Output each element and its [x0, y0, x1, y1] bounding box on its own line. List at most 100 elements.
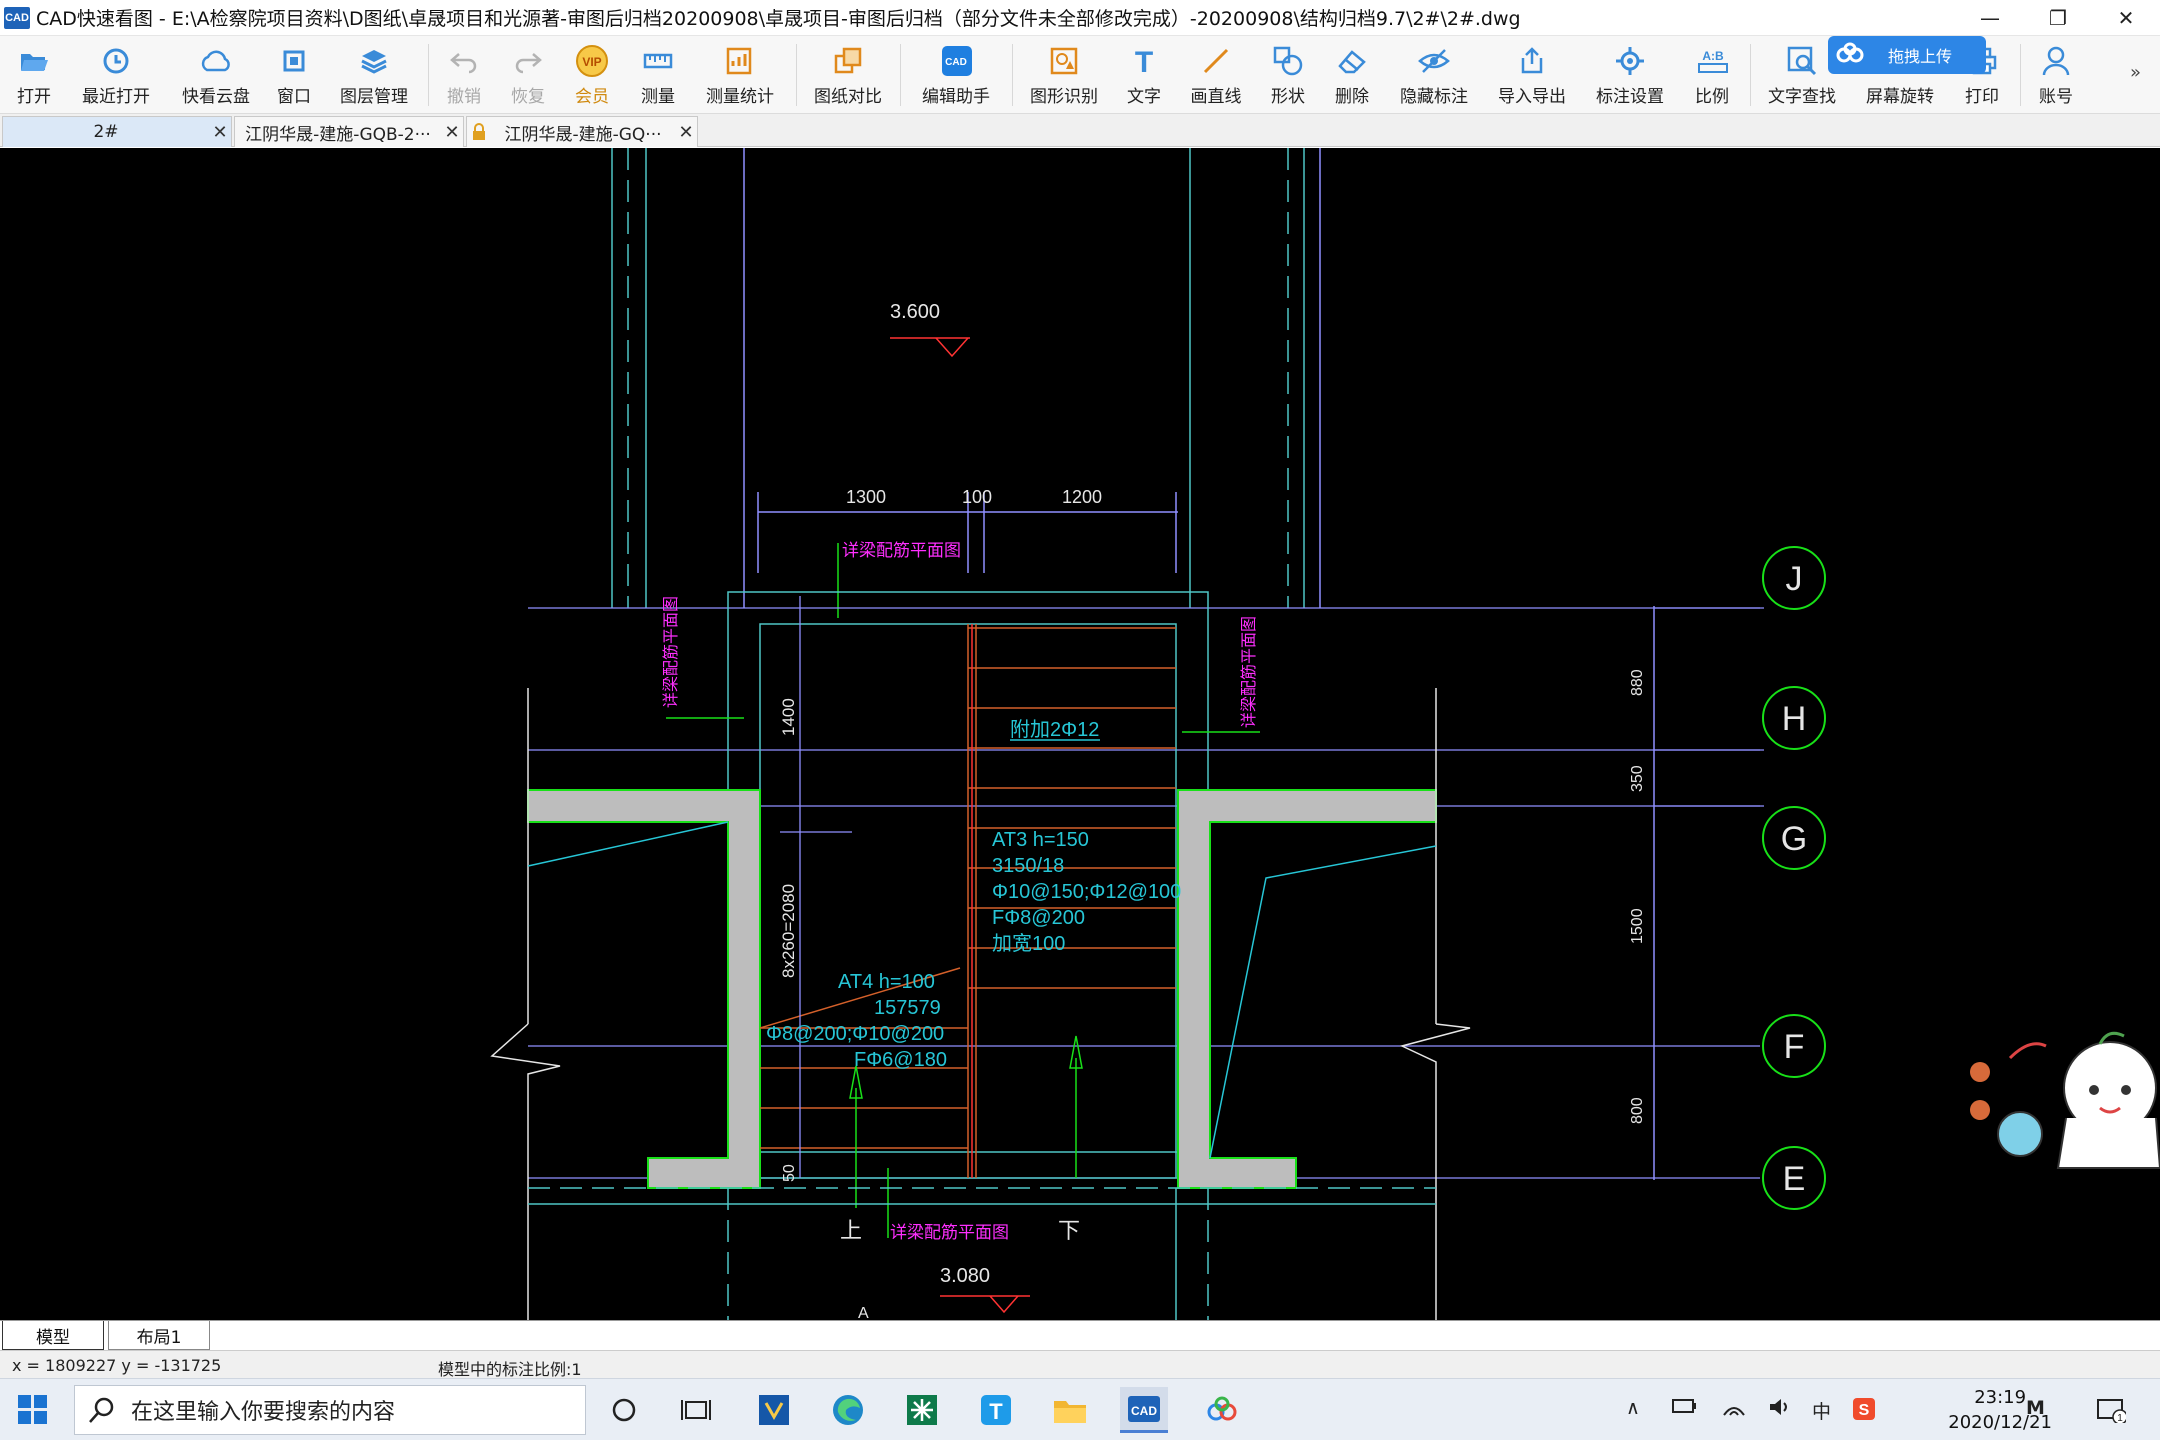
toolbar-import-export-button[interactable]: 导入导出 — [1488, 36, 1576, 114]
toolbar-line-button[interactable]: 画直线 — [1180, 36, 1252, 114]
toolbar-undo-button[interactable]: 撤销 — [436, 36, 492, 114]
toolbar-redo-button[interactable]: 恢复 — [500, 36, 556, 114]
tab-layout1[interactable]: 布局1 — [108, 1321, 210, 1350]
toolbar-edit-assistant-button[interactable]: CAD 编辑助手 — [908, 36, 1004, 114]
lock-icon — [467, 123, 491, 141]
stair-up-label: 上 — [840, 1218, 862, 1243]
elevation-top-label: 3.600 — [890, 301, 940, 323]
dim-8x260: 8x260=2080 — [779, 884, 798, 978]
close-icon[interactable]: ✕ — [675, 122, 697, 143]
eraser-icon — [1335, 44, 1369, 78]
undo-icon — [447, 44, 481, 78]
redo-icon — [511, 44, 545, 78]
toolbar-text-button[interactable]: T 文字 — [1118, 36, 1170, 114]
mascot-sticker[interactable] — [1970, 1031, 2160, 1169]
dim-1400: 1400 — [779, 698, 798, 736]
tab-jianshi-gqb[interactable]: 江阴华晟-建施-GQB-2··· ✕ — [234, 116, 464, 147]
cad-drawing-canvas[interactable]: 3.600 1300 100 1200 详梁配筋平面图 880 350 1500… — [0, 148, 2160, 1320]
close-icon[interactable]: ✕ — [441, 122, 463, 143]
toolbar-shape-recognize-button[interactable]: 图形识别 — [1020, 36, 1108, 114]
task-view-cortana-icon[interactable] — [600, 1387, 648, 1433]
toolbar-recent-button[interactable]: 最近打开 — [72, 36, 160, 114]
notification-icon[interactable]: 1 — [2096, 1397, 2128, 1428]
windows-taskbar: 在这里输入你要搜索的内容 T CAD ∧ 中 S 23:19 2020/12/2… — [0, 1378, 2160, 1440]
user-icon — [2039, 44, 2073, 78]
svg-text:AT3 h=150: AT3 h=150 — [992, 829, 1089, 851]
toolbar-layers-button[interactable]: 图层管理 — [330, 36, 418, 114]
at4-annotation: AT4 h=100 157579 Φ8@200;Φ10@200 FΦ6@180 — [766, 971, 947, 1071]
app-icon: CAD — [4, 6, 30, 29]
ime-indicator[interactable]: 中 — [1812, 1397, 1831, 1424]
minimize-button[interactable]: — — [1956, 0, 2024, 36]
toolbar-window-button[interactable]: 窗口 — [268, 36, 320, 114]
toolbar-separator — [1750, 44, 1751, 106]
toolbar-measure-button[interactable]: 测量 — [630, 36, 686, 114]
toolbar-vip-button[interactable]: VIP 会员 — [564, 36, 620, 114]
grid-bubble-H: H — [1654, 686, 1826, 751]
tab-2#[interactable]: 2# ✕ — [2, 116, 232, 147]
text-glyph: T — [1135, 46, 1153, 76]
folder-open-icon — [17, 44, 51, 78]
task-view-icon[interactable] — [672, 1387, 720, 1433]
upload-floating-button[interactable]: 拖拽上传 — [1828, 36, 1986, 74]
toolbar-measure-stats-button[interactable]: 测量统计 — [696, 36, 784, 114]
dim-880: 880 — [1629, 669, 1646, 696]
tab-model[interactable]: 模型 — [2, 1321, 104, 1350]
dim-1300: 1300 — [846, 487, 886, 507]
ref-top-label: 详梁配筋平面图 — [842, 541, 961, 560]
grid-bubble-G: G — [1654, 805, 1826, 870]
svg-text:FΦ8@200: FΦ8@200 — [992, 907, 1085, 929]
dim-1500: 1500 — [1629, 908, 1646, 944]
import-export-icon — [1515, 44, 1549, 78]
windows-start-icon[interactable] — [18, 1395, 48, 1425]
toolbar-compare-button[interactable]: 图纸对比 — [804, 36, 892, 114]
text-app-icon[interactable]: T — [972, 1387, 1020, 1433]
tab-jianshi-gq[interactable]: 江阴华晟-建施-GQ··· ✕ — [466, 116, 698, 147]
toolbar-delete-button[interactable]: 删除 — [1324, 36, 1380, 114]
volume-icon[interactable] — [1768, 1397, 1792, 1422]
toolbar-account-button[interactable]: 账号 — [2026, 36, 2086, 114]
status-bar: x = 1809227 y = -131725 模型中的标注比例:1 — [0, 1350, 2160, 1379]
window-controls: — ❐ ✕ — [1956, 0, 2160, 36]
svg-text:E: E — [1783, 1160, 1806, 1198]
text-icon: T — [1127, 44, 1161, 78]
lower-lines — [528, 1187, 1436, 1320]
close-icon[interactable]: ✕ — [209, 122, 231, 143]
app-m-icon[interactable]: M — [2026, 1397, 2045, 1419]
green-app-icon[interactable] — [898, 1387, 946, 1433]
toolbar-more-button[interactable]: » — [2130, 62, 2141, 83]
ruler-icon — [641, 44, 675, 78]
toolbar-shapes-button[interactable]: 形状 — [1260, 36, 1316, 114]
toolbar-scale-button[interactable]: A:B 比例 — [1684, 36, 1740, 114]
svg-text:F: F — [1784, 1028, 1805, 1066]
cloud-icon — [199, 44, 233, 78]
compare-icon — [831, 44, 865, 78]
toolbar-hide-annotation-button[interactable]: 隐藏标注 — [1390, 36, 1478, 114]
tray-chevron-icon[interactable]: ∧ — [1626, 1397, 1640, 1419]
baidu-netdisk-icon[interactable] — [1198, 1387, 1246, 1433]
svg-text:G: G — [1781, 820, 1807, 858]
edge-browser-icon[interactable] — [824, 1387, 872, 1433]
svg-text:S: S — [1859, 1402, 1870, 1419]
restore-button[interactable]: ❐ — [2024, 0, 2092, 36]
ref-left-label: 详梁配筋平面图 — [662, 596, 680, 708]
toolbar-cloud-button[interactable]: 快看云盘 — [172, 36, 260, 114]
shape-recognize-icon — [1047, 44, 1081, 78]
window-title: CAD快速看图 - E:\A检察院项目资料\D图纸\卓晟项目和光源著-审图后归档… — [36, 8, 1521, 30]
wifi-icon[interactable] — [1722, 1397, 1746, 1422]
vip-badge: VIP — [582, 55, 601, 69]
taskbar-search-box[interactable]: 在这里输入你要搜索的内容 — [74, 1385, 586, 1435]
svg-text:3150/18: 3150/18 — [992, 855, 1064, 877]
grid-A-label: A — [858, 1305, 869, 1320]
security-app-icon[interactable] — [750, 1387, 798, 1433]
edit-assistant-icon: CAD — [939, 44, 973, 78]
battery-icon[interactable] — [1672, 1397, 1698, 1420]
cad-app-icon[interactable]: CAD — [1120, 1387, 1168, 1433]
sogou-ime-icon[interactable]: S — [1852, 1397, 1876, 1426]
dim-1200: 1200 — [1062, 487, 1102, 507]
toolbar-open-button[interactable]: 打开 — [4, 36, 64, 114]
close-button[interactable]: ✕ — [2092, 0, 2160, 36]
toolbar-separator — [900, 44, 901, 106]
file-explorer-icon[interactable] — [1046, 1387, 1094, 1433]
toolbar-annotation-settings-button[interactable]: 标注设置 — [1586, 36, 1674, 114]
